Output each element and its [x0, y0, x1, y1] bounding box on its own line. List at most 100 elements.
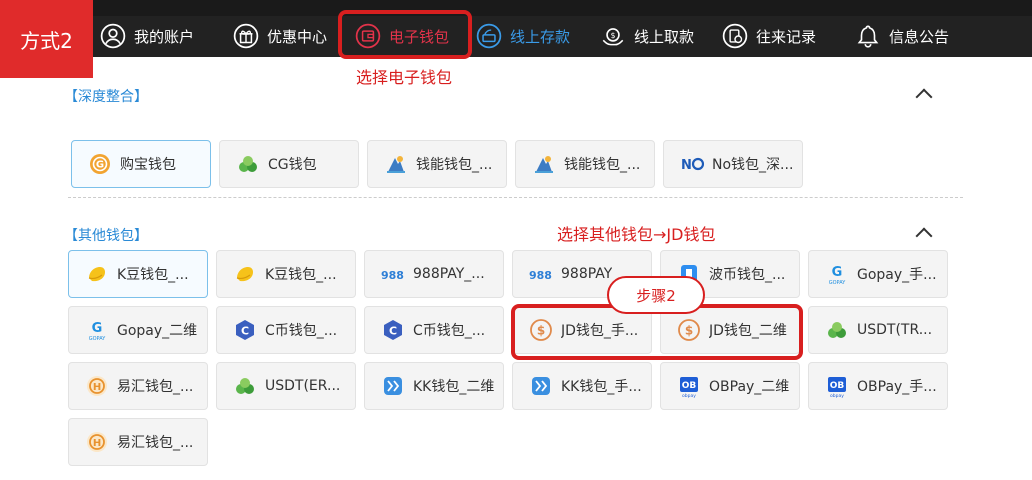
- wallet-tile-label: 易汇钱包_...: [117, 379, 194, 395]
- step2-bubble: 步骤2: [607, 276, 705, 314]
- svg-text:OB: OB: [830, 381, 845, 391]
- section-divider: [68, 197, 963, 198]
- svg-text:G: G: [92, 321, 103, 336]
- wallet-tile-label: CG钱包: [268, 157, 317, 173]
- usdt-icon: [825, 318, 849, 342]
- nav-item-1[interactable]: 优惠中心: [233, 16, 327, 56]
- wallet-tile-label: KK钱包_二维: [413, 379, 495, 395]
- nav-item-label: 信息公告: [889, 27, 950, 46]
- svg-text:OB: OB: [682, 381, 697, 391]
- wallet-tile-label: 钱能钱包_...: [416, 157, 493, 173]
- wallet-tile[interactable]: CG钱包: [219, 140, 359, 188]
- wallet-tile[interactable]: K豆钱包_...: [216, 250, 356, 298]
- svg-text:G: G: [96, 160, 104, 171]
- svg-text:C: C: [389, 325, 397, 338]
- wallet-tile[interactable]: N No钱包_深...: [663, 140, 803, 188]
- wallet-tile[interactable]: C C币钱包_...: [364, 306, 504, 354]
- nav-item-5[interactable]: 往来记录: [722, 16, 816, 56]
- svg-text:G: G: [832, 265, 843, 280]
- nav-item-label: 优惠中心: [267, 27, 328, 46]
- wallet-tile-label: C币钱包_...: [413, 323, 486, 339]
- wallet-tile-label: 易汇钱包_...: [117, 435, 194, 451]
- collapse-deep-icon[interactable]: [915, 88, 933, 106]
- nav-item-0[interactable]: 我的账户: [100, 16, 194, 56]
- svg-text:H: H: [93, 438, 101, 449]
- obpay-icon: OB obpay: [677, 374, 701, 398]
- collapse-other-icon[interactable]: [915, 227, 933, 245]
- bell-icon: [855, 23, 881, 49]
- select-ewallet-note: 选择电子钱包: [356, 68, 453, 87]
- wallet-tile-label: OBPay_二维: [709, 379, 790, 395]
- goubao-icon: G: [88, 152, 112, 176]
- cbi-icon: C: [381, 318, 405, 342]
- wallet-tile[interactable]: OB obpay OBPay_二维: [660, 362, 800, 410]
- yihui-icon: H: [85, 430, 109, 454]
- 988pay-icon: 988: [529, 262, 553, 286]
- qianneng-icon: [532, 152, 556, 176]
- wallet-tile[interactable]: USDT(ER...: [216, 362, 356, 410]
- nav-item-3[interactable]: 线上存款: [476, 16, 570, 56]
- ewallet-highlight-box: [338, 10, 472, 59]
- wallet-tile[interactable]: K豆钱包_...: [68, 250, 208, 298]
- wallet-tile[interactable]: G 购宝钱包: [71, 140, 211, 188]
- kk-icon: [529, 374, 553, 398]
- wallet-tile[interactable]: H 易汇钱包_...: [68, 362, 208, 410]
- gopay-icon: G GOPAY: [825, 262, 849, 286]
- yihui-icon: H: [85, 374, 109, 398]
- svg-text:obpay: obpay: [830, 393, 844, 398]
- svg-text:$: $: [611, 31, 616, 40]
- cbi-icon: C: [233, 318, 257, 342]
- wallet-tile-label: USDT(ER...: [265, 378, 341, 394]
- wallet-tile[interactable]: 988 988PAY_...: [364, 250, 504, 298]
- nav-item-label: 我的账户: [134, 27, 195, 46]
- nav-item-4[interactable]: $ 线上取款: [600, 16, 694, 56]
- wallet-tile[interactable]: 钱能钱包_...: [515, 140, 655, 188]
- records-icon: [722, 23, 748, 49]
- method-badge: 方式2: [0, 0, 93, 78]
- svg-text:GOPAY: GOPAY: [89, 336, 107, 342]
- kdou-icon: [85, 262, 109, 286]
- user-icon: [100, 23, 126, 49]
- wallet-tile-label: 988PAY: [561, 266, 613, 282]
- cg-icon: [236, 152, 260, 176]
- gopay-icon: G GOPAY: [85, 318, 109, 342]
- wallet-tile-label: OBPay_手...: [857, 379, 937, 395]
- usdt-icon: [233, 374, 257, 398]
- select-jd-note: 选择其他钱包→JD钱包: [557, 225, 716, 244]
- kk-icon: [381, 374, 405, 398]
- wallet-tile[interactable]: USDT(TR...: [808, 306, 948, 354]
- nav-item-6[interactable]: 信息公告: [855, 16, 949, 56]
- section-title-other: 【其他钱包】: [64, 228, 148, 244]
- nav-item-label: 线上取款: [634, 27, 695, 46]
- withdraw-icon: $: [600, 23, 626, 49]
- wallet-tile-label: 988PAY_...: [413, 266, 485, 282]
- wallet-tile[interactable]: C C币钱包_...: [216, 306, 356, 354]
- wallet-tile-label: 购宝钱包: [120, 157, 176, 173]
- nav-item-label: 线上存款: [510, 27, 571, 46]
- kdou-icon: [233, 262, 257, 286]
- nav-top-strip: [0, 0, 1032, 16]
- svg-text:H: H: [93, 382, 101, 393]
- wallet-tile[interactable]: 钱能钱包_...: [367, 140, 507, 188]
- wallet-tile[interactable]: OB obpay OBPay_手...: [808, 362, 948, 410]
- gift-icon: [233, 23, 259, 49]
- 988pay-icon: 988: [381, 262, 405, 286]
- wallet-tile-label: 波币钱包_...: [709, 267, 786, 283]
- svg-text:988: 988: [529, 269, 552, 282]
- wallet-tile-label: Gopay_手...: [857, 267, 937, 283]
- wallet-tile-label: Gopay_二维: [117, 323, 198, 339]
- wallet-tile[interactable]: G GOPAY Gopay_二维: [68, 306, 208, 354]
- wallet-tile-label: No钱包_深...: [712, 157, 794, 173]
- svg-text:obpay: obpay: [682, 393, 696, 398]
- deposit-icon: [476, 23, 502, 49]
- wallet-tile[interactable]: H 易汇钱包_...: [68, 418, 208, 466]
- wallet-tile-label: K豆钱包_...: [117, 267, 189, 283]
- no-icon: N: [680, 152, 704, 176]
- svg-text:C: C: [241, 325, 249, 338]
- svg-text:N: N: [681, 158, 692, 173]
- wallet-tile[interactable]: G GOPAY Gopay_手...: [808, 250, 948, 298]
- obpay-icon: OB obpay: [825, 374, 849, 398]
- wallet-tile[interactable]: KK钱包_手...: [512, 362, 652, 410]
- nav-item-label: 往来记录: [756, 27, 817, 46]
- wallet-tile[interactable]: KK钱包_二维: [364, 362, 504, 410]
